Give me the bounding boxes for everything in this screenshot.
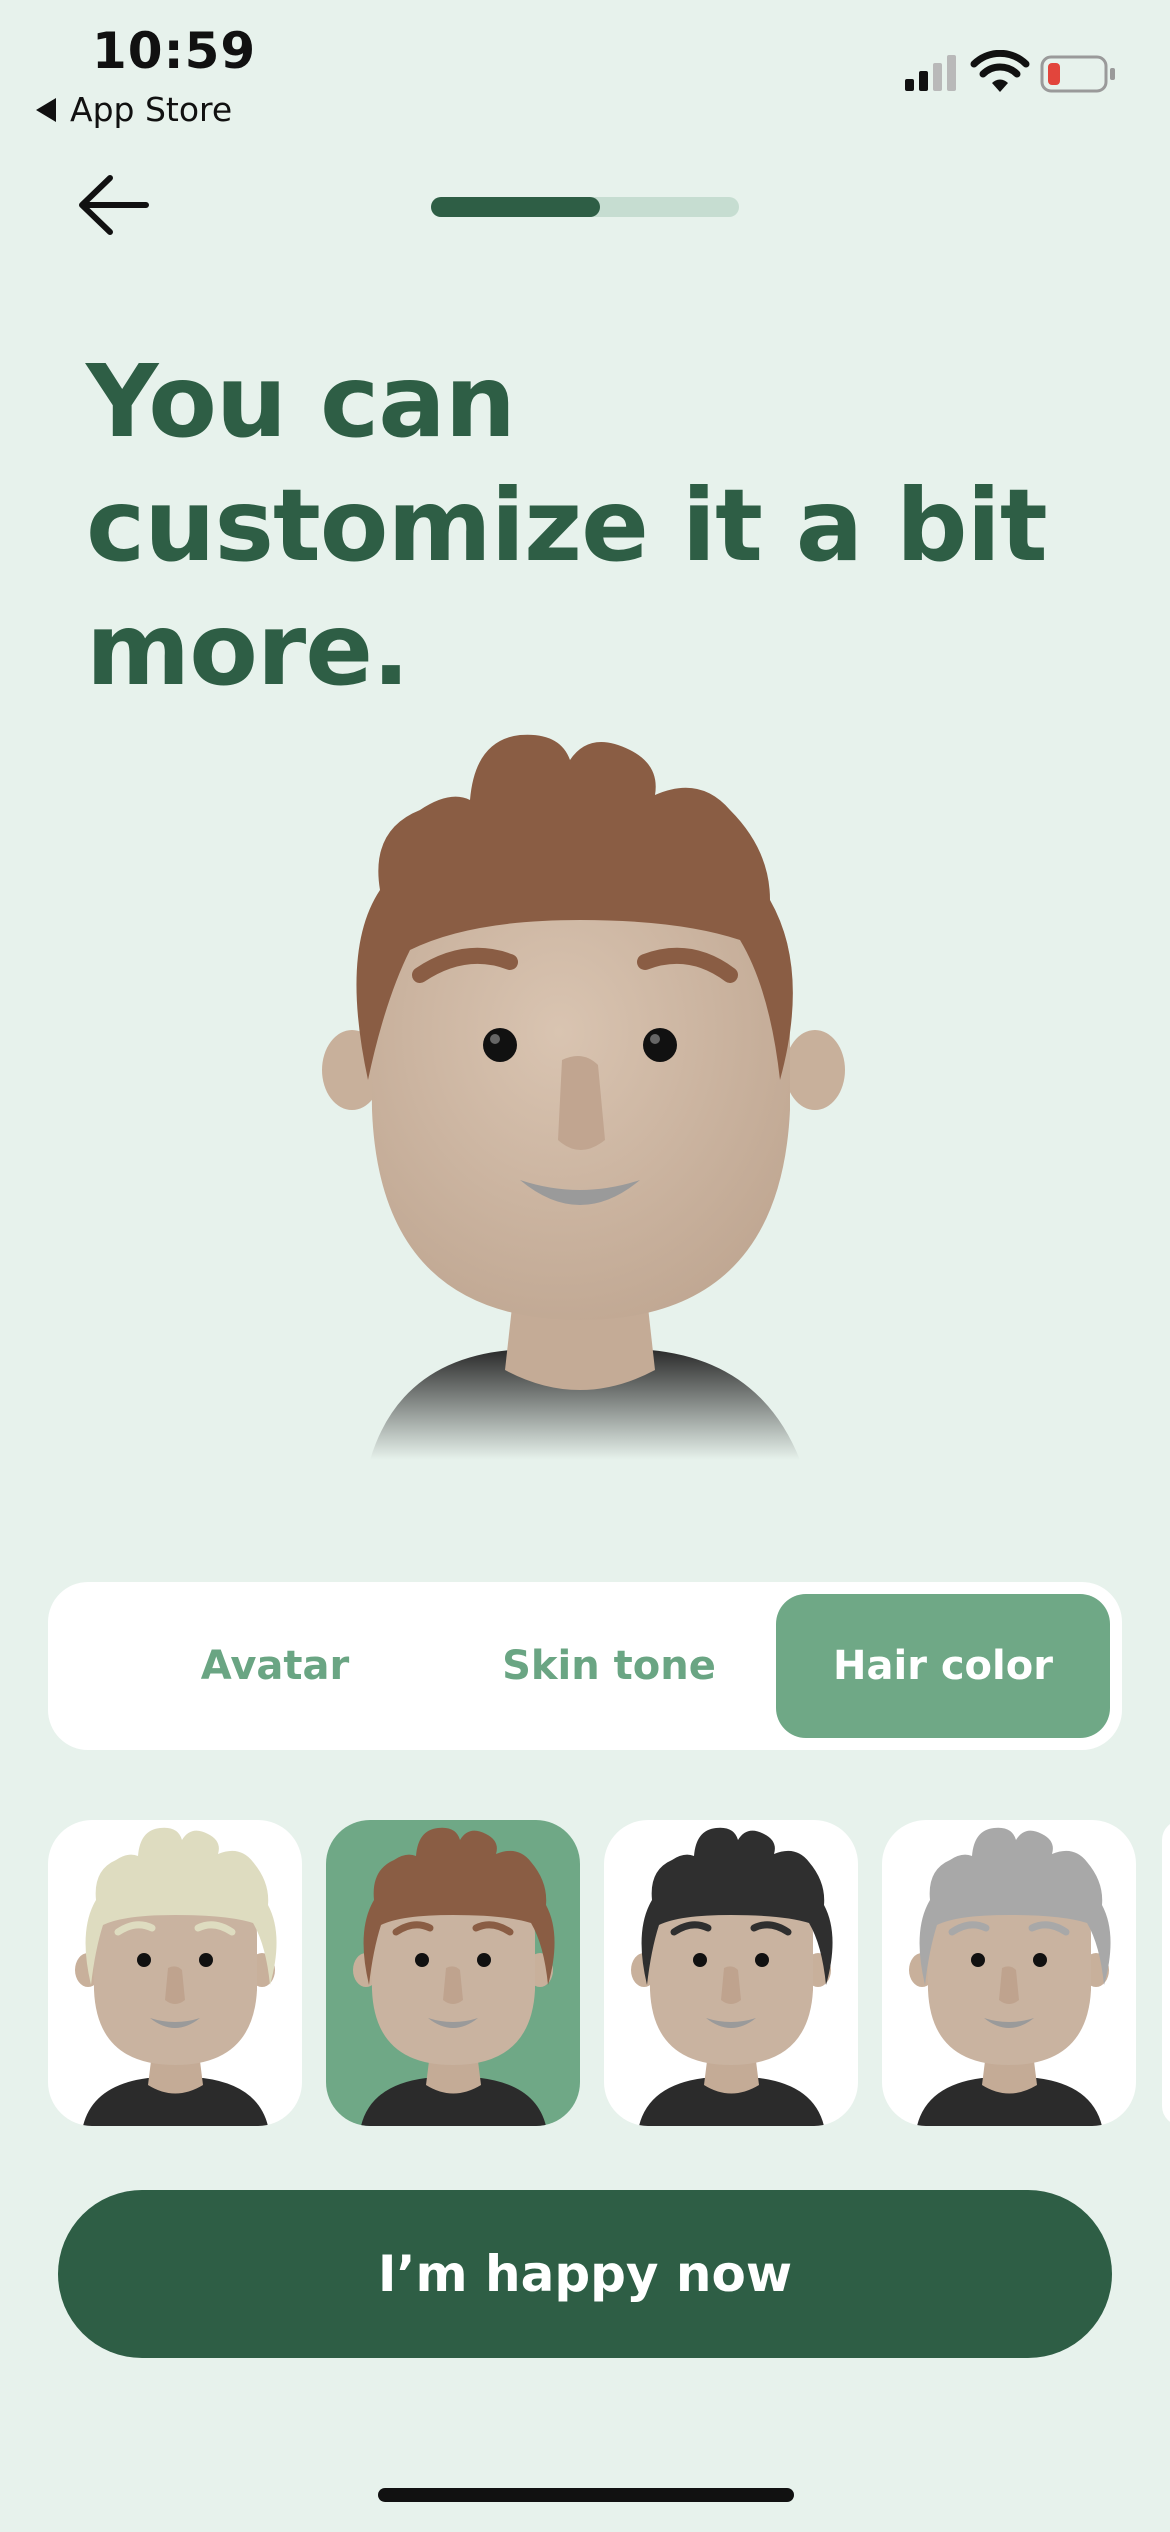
- onboarding-progress-bar: [431, 197, 739, 217]
- status-time: 10:59: [92, 22, 257, 80]
- back-triangle-icon: [36, 97, 56, 122]
- hair-color-option-brown[interactable]: [326, 1820, 580, 2126]
- hair-color-option-more[interactable]: [1162, 1820, 1170, 2126]
- tab-skin-tone[interactable]: Skin tone: [442, 1594, 776, 1738]
- tab-hair-color[interactable]: Hair color: [776, 1594, 1110, 1738]
- tab-avatar[interactable]: Avatar: [108, 1594, 442, 1738]
- customization-tabs: Avatar Skin tone Hair color: [48, 1582, 1122, 1750]
- avatar-thumbnail-icon: [353, 1827, 555, 2126]
- home-indicator: [378, 2488, 794, 2502]
- cellular-signal-icon: [905, 55, 956, 91]
- back-to-app-store-link[interactable]: App Store: [36, 90, 232, 129]
- hair-color-option-gray[interactable]: [882, 1820, 1136, 2126]
- battery-icon: [1040, 55, 1115, 93]
- avatar-preview: [322, 734, 845, 1460]
- back-app-label: App Store: [70, 90, 233, 129]
- avatar-thumbnail-icon: [909, 1827, 1111, 2126]
- avatar-thumbnail-icon: [631, 1827, 833, 2126]
- avatar-thumbnail-icon: [75, 1827, 277, 2126]
- hair-color-option-blonde[interactable]: [48, 1820, 302, 2126]
- hair-color-option-black[interactable]: [604, 1820, 858, 2126]
- im-happy-now-button[interactable]: I’m happy now: [58, 2190, 1112, 2358]
- page-title: You can customize it a bit more.: [86, 343, 1048, 708]
- wifi-icon: [970, 50, 1030, 92]
- progress-fill: [431, 197, 601, 217]
- arrow-left-icon[interactable]: [74, 170, 154, 240]
